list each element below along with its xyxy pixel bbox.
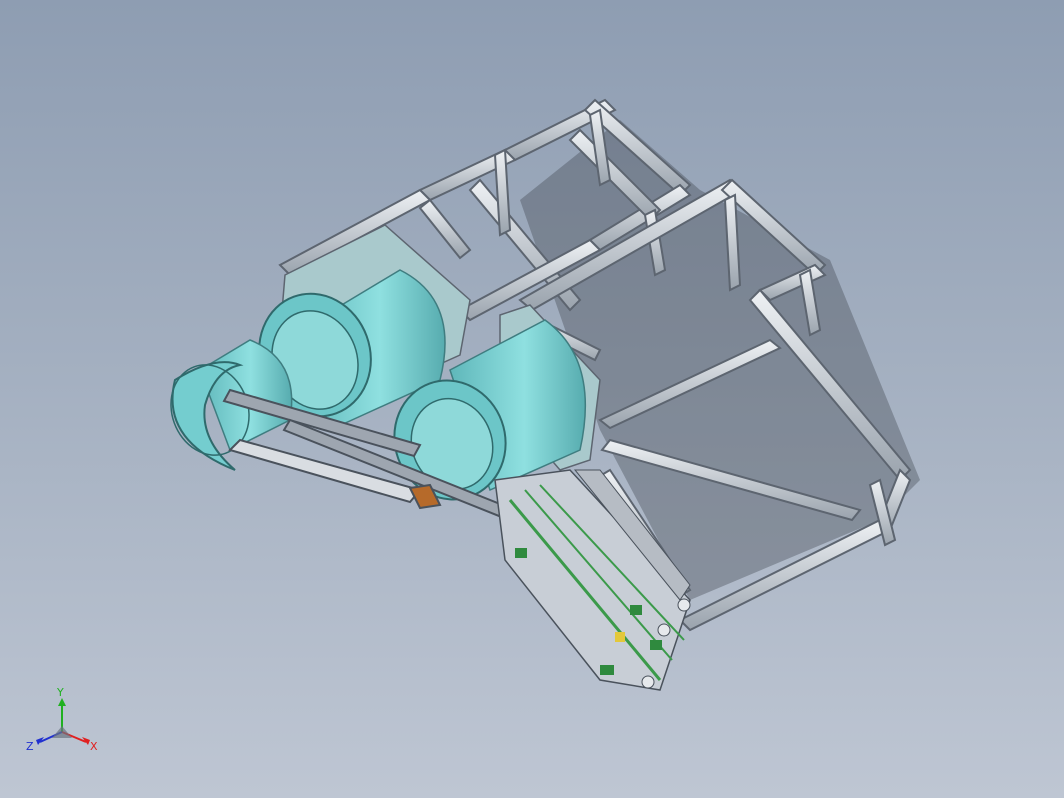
cad-model-view[interactable] <box>0 0 1064 798</box>
y-axis-arrow <box>58 698 66 706</box>
graphics-viewport[interactable]: Y X Z <box>0 0 1064 798</box>
z-axis-label: Z <box>26 740 34 753</box>
triad-origin-icon <box>52 726 72 738</box>
view-orientation-triad[interactable]: Y X Z <box>22 684 106 756</box>
x-axis-label: X <box>90 740 98 753</box>
y-axis-label: Y <box>56 686 64 699</box>
